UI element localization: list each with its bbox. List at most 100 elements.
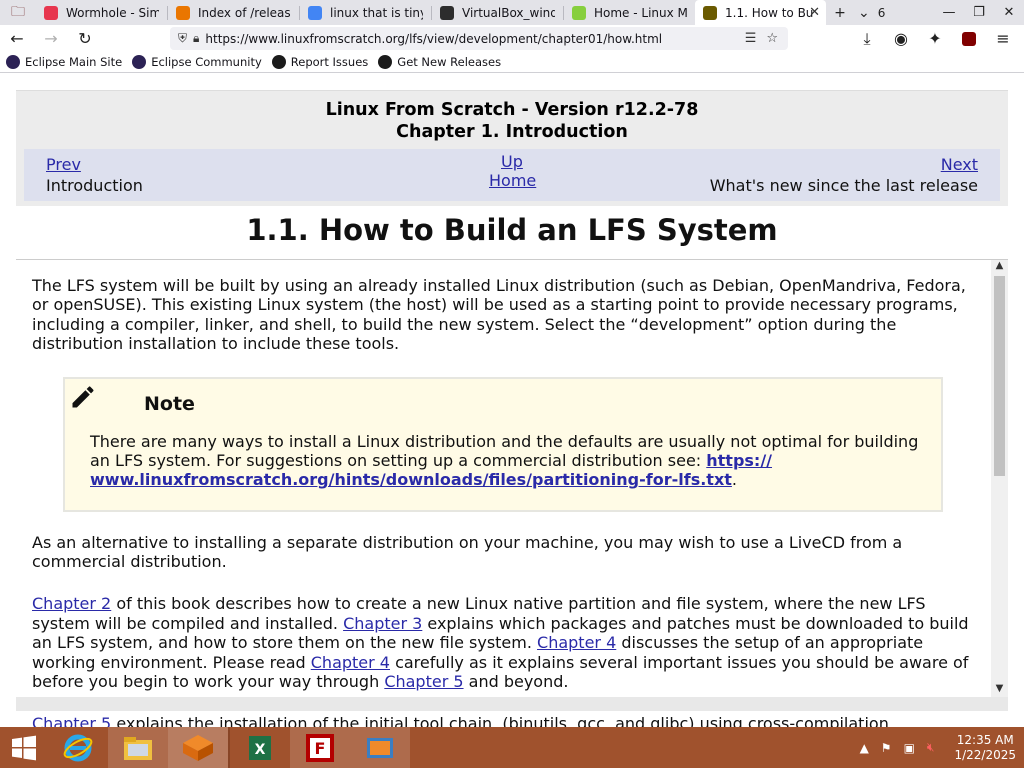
network-icon[interactable]: ▣ <box>904 741 915 755</box>
clock[interactable]: 12:35 AM 1/22/2025 <box>954 733 1016 763</box>
article-body: The LFS system will be built by using an… <box>32 276 982 727</box>
taskbar-excel[interactable]: X <box>230 727 290 768</box>
chapter-5-link[interactable]: Chapter 5 <box>384 672 463 691</box>
reload-icon: ↻ <box>78 29 92 48</box>
page-navigation: Prev Introduction Up Home Next What's ne… <box>24 149 1000 201</box>
browser-tab[interactable]: Wormhole - Simp <box>36 0 167 25</box>
shield-icon: ⛨ <box>178 31 188 45</box>
browser-tab[interactable]: 1.1. How to Bu ✕ <box>695 0 826 25</box>
new-tab-button[interactable]: + <box>826 0 854 25</box>
volume-muted-icon[interactable]: 🔇︎ <box>927 740 935 755</box>
tab-strip: 🗀 Wormhole - Simp Index of /release/linux… <box>0 0 1024 25</box>
show-hidden-icons-icon[interactable]: ▲ <box>860 741 869 755</box>
system-tray: ▲ ⚑ ▣ 🔇︎ 12:35 AM 1/22/2025 <box>860 727 1016 768</box>
paragraph: As an alternative to installing a separa… <box>32 532 903 572</box>
scrollbar-thumb[interactable] <box>994 276 1005 476</box>
close-window-button[interactable]: ✕ <box>994 0 1024 25</box>
excel-icon: X <box>249 735 271 760</box>
reload-button[interactable]: ↻ <box>68 25 102 52</box>
text-span: explains the installation of the initial… <box>111 714 889 727</box>
back-button[interactable]: ← <box>0 25 34 52</box>
next-link[interactable]: Next <box>941 155 978 174</box>
chapter-title: Chapter 1. Introduction <box>396 122 628 142</box>
bookmark-label: Eclipse Community <box>151 55 262 69</box>
note-text: There are many ways to install a Linux d… <box>90 431 919 471</box>
bookmark-item[interactable]: Eclipse Main Site <box>6 55 122 69</box>
taskbar: X F ▲ ⚑ ▣ 🔇︎ 12:35 AM 1/22/2025 <box>0 727 1024 768</box>
bookmark-label: Report Issues <box>290 55 369 69</box>
close-tab-icon[interactable]: ✕ <box>809 5 820 20</box>
bookmark-item[interactable]: Eclipse Community <box>132 55 262 69</box>
restore-button[interactable]: ❐ <box>964 0 994 25</box>
chapter-4-link[interactable]: Chapter 4 <box>537 633 616 652</box>
menu-button[interactable]: ≡ <box>986 25 1020 52</box>
folder-icon: 🗀 <box>11 3 25 20</box>
github-icon <box>271 55 286 69</box>
tab-count: 6 <box>877 5 886 20</box>
forward-button[interactable]: → <box>34 25 68 52</box>
eclipse-icon <box>132 55 147 69</box>
taskbar-internet-explorer[interactable] <box>48 727 108 768</box>
eclipse-icon <box>6 55 20 69</box>
windows-icon <box>12 735 36 760</box>
bottom-bar <box>16 697 1008 711</box>
paragraph: Chapter 2 of this book describes how to … <box>32 594 982 691</box>
lock-icon: 🔒︎ <box>193 31 200 45</box>
scroll-down-icon[interactable]: ▼ <box>991 683 1008 697</box>
scroll-up-icon[interactable]: ▲ <box>991 260 1008 274</box>
ublock-button[interactable] <box>952 25 986 52</box>
home-link[interactable]: Home <box>489 171 536 190</box>
downloads-button[interactable]: ⤓ <box>850 25 884 52</box>
chapter-2-link[interactable]: Chapter 2 <box>32 594 111 613</box>
clock-time: 12:35 AM <box>956 732 1014 747</box>
bookmark-star-icon[interactable]: ☆ <box>766 31 778 46</box>
note-tail: . <box>731 470 738 490</box>
note-body: There are many ways to install a Linux d… <box>90 432 935 490</box>
tab-overview-button[interactable]: 🗀 <box>0 0 36 25</box>
chapter-5-link[interactable]: Chapter 5 <box>32 714 111 727</box>
extensions-button[interactable]: ✦ <box>918 25 952 52</box>
svg-text:F: F <box>315 739 326 758</box>
flag-icon[interactable]: ⚑ <box>881 741 892 755</box>
paragraph: Chapter 5 explains the installation of t… <box>32 714 982 727</box>
tab-title: linux that is tiny - <box>330 5 423 20</box>
list-all-tabs-button[interactable]: ⌄ 6 <box>854 0 889 25</box>
taskbar-filezilla[interactable]: F <box>290 727 350 768</box>
virtualbox-icon <box>183 734 213 761</box>
paragraph: The LFS system will be built by using an… <box>32 276 966 354</box>
taskbar-file-explorer[interactable] <box>108 727 168 768</box>
browser-tab[interactable]: Index of /release/ <box>168 0 299 25</box>
github-icon <box>378 55 393 69</box>
divider <box>16 259 1008 260</box>
chapter-3-link[interactable]: Chapter 3 <box>343 614 422 633</box>
book-title: Linux From Scratch - Version r12.2-78 <box>325 100 699 120</box>
chapter-4-link[interactable]: Chapter 4 <box>311 653 390 672</box>
account-button[interactable]: ◉ <box>884 25 918 52</box>
tab-title: 1.1. How to Bu <box>725 5 814 20</box>
start-button[interactable] <box>0 727 48 768</box>
bookmark-label: Eclipse Main Site <box>25 55 123 69</box>
filezilla-icon: F <box>306 733 334 762</box>
browser-tab[interactable]: VirtualBox_windc <box>432 0 563 25</box>
taskbar-app[interactable] <box>350 727 410 768</box>
text-span: and beyond. <box>463 672 569 692</box>
bookmark-item[interactable]: Get New Releases <box>378 55 501 69</box>
prev-link[interactable]: Prev <box>46 155 81 174</box>
tab-title: Home - Linux Mi <box>594 5 687 20</box>
bookmark-item[interactable]: Report Issues <box>271 55 369 69</box>
browser-tab[interactable]: linux that is tiny - <box>300 0 431 25</box>
browser-tab[interactable]: Home - Linux Mi <box>564 0 695 25</box>
file-explorer-icon <box>124 736 152 760</box>
up-link[interactable]: Up <box>501 152 523 171</box>
download-icon: ⤓ <box>863 28 871 48</box>
taskbar-virtualbox[interactable] <box>168 727 228 768</box>
reader-view-icon[interactable]: ☰ <box>745 31 757 46</box>
pencil-icon <box>72 386 94 408</box>
tab-title: Index of /release/ <box>198 5 291 20</box>
vertical-scrollbar[interactable]: ▲ ▼ <box>991 260 1008 697</box>
address-bar[interactable]: ⛨ 🔒︎ https://www.linuxfromscratch.org/lf… <box>170 27 788 50</box>
bookmark-label: Get New Releases <box>397 55 502 69</box>
linuxmint-icon <box>572 5 586 20</box>
url-text[interactable]: https://www.linuxfromscratch.org/lfs/vie… <box>205 32 744 46</box>
minimize-button[interactable]: — <box>934 0 964 25</box>
